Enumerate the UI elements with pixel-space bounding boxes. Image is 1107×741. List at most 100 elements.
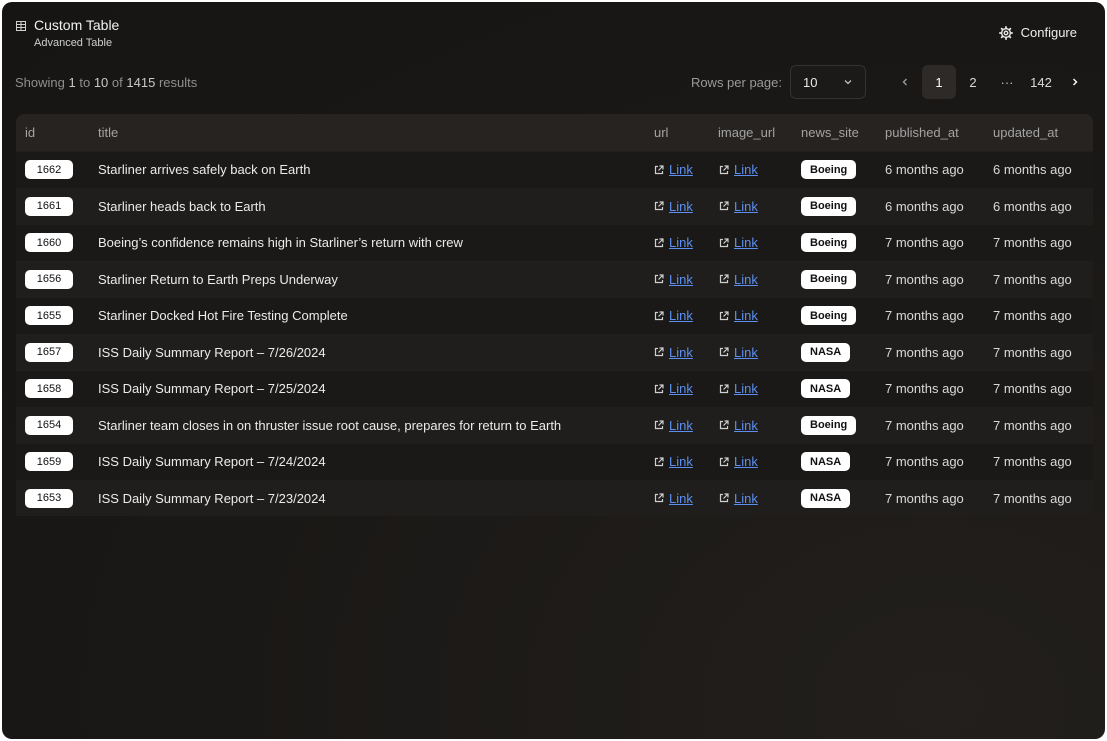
- configure-button[interactable]: Configure: [998, 25, 1077, 40]
- page-button-last[interactable]: 142: [1024, 65, 1058, 99]
- rows-per-page-select[interactable]: 10: [790, 65, 866, 99]
- url-link-cell[interactable]: Link: [654, 199, 693, 214]
- column-header-news-site[interactable]: news_site: [801, 125, 859, 140]
- table-row[interactable]: 1659 ISS Daily Summary Report – 7/24/202…: [16, 443, 1093, 480]
- image-url-link-cell[interactable]: Link: [719, 199, 758, 214]
- column-header-updated-at[interactable]: updated_at: [993, 125, 1058, 140]
- page-header: Custom Table Advanced Table Configure: [16, 16, 1091, 52]
- news-site-badge: Boeing: [801, 306, 857, 325]
- updated-at: 7 months ago: [993, 235, 1072, 250]
- image-url-link[interactable]: Link: [734, 162, 758, 177]
- url-link[interactable]: Link: [669, 199, 693, 214]
- image-url-link[interactable]: Link: [734, 418, 758, 433]
- published-at: 7 months ago: [885, 490, 964, 506]
- table-row[interactable]: 1654 Starliner team closes in on thruste…: [16, 406, 1093, 443]
- column-header-image-url[interactable]: image_url: [718, 125, 775, 140]
- url-link[interactable]: Link: [669, 308, 693, 323]
- rows-per-page-label: Rows per page:: [690, 75, 782, 90]
- external-link-icon: [719, 420, 729, 430]
- url-link-cell[interactable]: Link: [654, 235, 693, 250]
- published-at: 7 months ago: [885, 235, 964, 250]
- url-link-cell[interactable]: Link: [654, 162, 693, 177]
- results-total: 1415: [126, 75, 156, 90]
- table-row[interactable]: 1658 ISS Daily Summary Report – 7/25/202…: [16, 370, 1093, 407]
- page-button-2[interactable]: 2: [956, 65, 990, 99]
- image-url-link-cell[interactable]: Link: [719, 272, 758, 287]
- image-url-link[interactable]: Link: [734, 199, 758, 214]
- url-link[interactable]: Link: [669, 162, 693, 177]
- external-link-icon: [719, 310, 729, 320]
- url-link[interactable]: Link: [669, 418, 693, 433]
- updated-at: 7 months ago: [993, 308, 1072, 323]
- row-title: Boeing’s confidence remains high in Star…: [98, 235, 463, 250]
- published-at: 7 months ago: [885, 417, 964, 433]
- image-url-link[interactable]: Link: [734, 381, 758, 396]
- image-url-link-cell[interactable]: Link: [719, 381, 758, 396]
- image-url-link-cell[interactable]: Link: [719, 162, 758, 177]
- table-row[interactable]: 1655 Starliner Docked Hot Fire Testing C…: [16, 297, 1093, 334]
- updated-at: 7 months ago: [993, 490, 1072, 506]
- table-row[interactable]: 1660 Boeing’s confidence remains high in…: [16, 224, 1093, 261]
- image-url-link[interactable]: Link: [734, 454, 758, 469]
- results-from: 1: [68, 75, 76, 90]
- external-link-icon: [654, 310, 664, 320]
- external-link-icon: [719, 237, 729, 247]
- column-header-id[interactable]: id: [25, 125, 35, 140]
- published-at: 6 months ago: [885, 198, 964, 214]
- id-badge: 1658: [25, 379, 73, 398]
- table-row[interactable]: 1653 ISS Daily Summary Report – 7/23/202…: [16, 479, 1093, 516]
- configure-label: Configure: [1020, 25, 1077, 40]
- results-to-word: to: [79, 75, 91, 90]
- table-row[interactable]: 1657 ISS Daily Summary Report – 7/26/202…: [16, 333, 1093, 370]
- table-header-row: id title url image_url news_site publish…: [16, 114, 1093, 151]
- url-link-cell[interactable]: Link: [654, 272, 693, 287]
- page-button-1[interactable]: 1: [922, 65, 956, 99]
- table-row[interactable]: 1656 Starliner Return to Earth Preps Und…: [16, 260, 1093, 297]
- image-url-link-cell[interactable]: Link: [719, 235, 758, 250]
- url-link-cell[interactable]: Link: [654, 345, 693, 360]
- external-link-icon: [654, 237, 664, 247]
- table-row[interactable]: 1662 Starliner arrives safely back on Ea…: [16, 151, 1093, 188]
- image-url-link[interactable]: Link: [734, 272, 758, 287]
- image-url-link-cell[interactable]: Link: [719, 308, 758, 323]
- row-title: ISS Daily Summary Report – 7/23/2024: [98, 490, 326, 506]
- news-site-badge: Boeing: [801, 196, 857, 216]
- external-link-icon: [654, 347, 664, 357]
- table-body: 1662 Starliner arrives safely back on Ea…: [16, 151, 1093, 516]
- image-url-link[interactable]: Link: [734, 491, 758, 506]
- published-at: 6 months ago: [885, 162, 964, 177]
- external-link-icon: [654, 493, 664, 503]
- url-link-cell[interactable]: Link: [654, 381, 693, 396]
- image-url-link-cell[interactable]: Link: [719, 454, 758, 469]
- image-url-link[interactable]: Link: [734, 345, 758, 360]
- url-link[interactable]: Link: [669, 491, 693, 506]
- published-at: 7 months ago: [885, 381, 964, 396]
- url-link[interactable]: Link: [669, 235, 693, 250]
- published-at: 7 months ago: [885, 344, 964, 360]
- id-badge: 1654: [25, 415, 73, 435]
- table-row[interactable]: 1661 Starliner heads back to Earth Link …: [16, 187, 1093, 224]
- published-at: 7 months ago: [885, 271, 964, 287]
- image-url-link-cell[interactable]: Link: [719, 345, 758, 360]
- url-link[interactable]: Link: [669, 345, 693, 360]
- url-link[interactable]: Link: [669, 454, 693, 469]
- image-url-link-cell[interactable]: Link: [719, 418, 758, 433]
- next-page-button[interactable]: [1058, 65, 1092, 99]
- url-link-cell[interactable]: Link: [654, 308, 693, 323]
- prev-page-button[interactable]: [888, 65, 922, 99]
- url-link[interactable]: Link: [669, 272, 693, 287]
- results-of-word: of: [111, 75, 123, 90]
- url-link-cell[interactable]: Link: [654, 418, 693, 433]
- image-url-link-cell[interactable]: Link: [719, 491, 758, 506]
- news-site-badge: Boeing: [801, 233, 857, 252]
- table-grid-icon: [16, 21, 26, 31]
- column-header-title[interactable]: title: [98, 125, 118, 140]
- url-link-cell[interactable]: Link: [654, 454, 693, 469]
- column-header-url[interactable]: url: [654, 125, 668, 140]
- url-link[interactable]: Link: [669, 381, 693, 396]
- image-url-link[interactable]: Link: [734, 235, 758, 250]
- url-link-cell[interactable]: Link: [654, 491, 693, 506]
- external-link-icon: [654, 274, 664, 284]
- column-header-published-at[interactable]: published_at: [885, 125, 959, 140]
- image-url-link[interactable]: Link: [734, 308, 758, 323]
